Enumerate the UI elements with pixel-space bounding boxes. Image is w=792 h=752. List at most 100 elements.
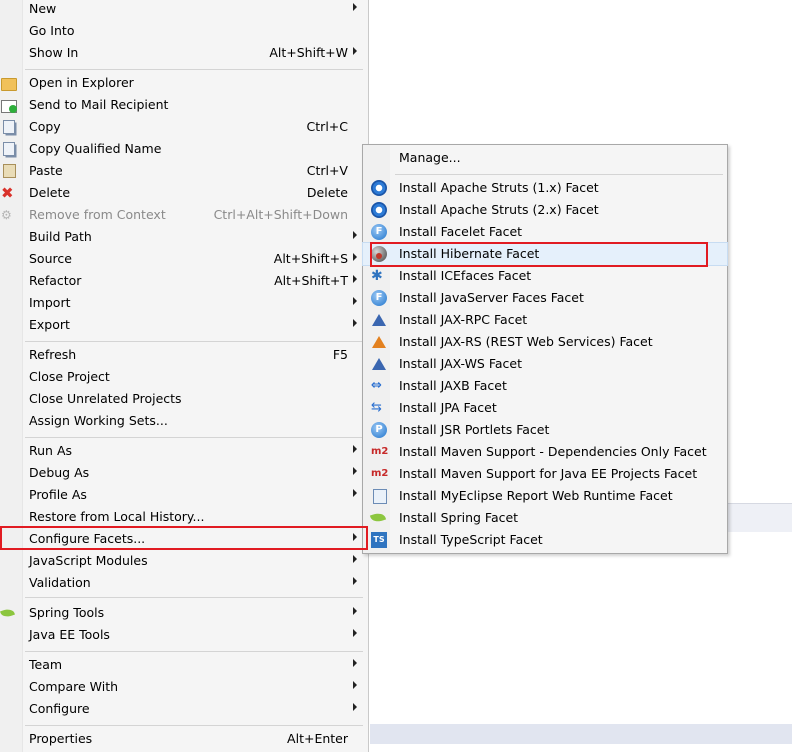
menu-item-source[interactable]: Source Alt+Shift+S [0,248,368,270]
menu-separator [25,597,363,598]
spring-leaf-icon [0,605,17,621]
menu-item-close-project[interactable]: Close Project [0,366,368,388]
menu-item-export[interactable]: Export [0,314,368,336]
submenu-item-label: Install MyEclipse Report Web Runtime Fac… [399,488,673,503]
menu-item-label: Remove from Context [29,207,166,222]
menu-item-delete[interactable]: ✖ Delete Delete [0,182,368,204]
submenu-item-jax-ws[interactable]: Install JAX-WS Facet [363,353,727,375]
menu-item-label: Close Unrelated Projects [29,391,182,406]
menu-item-label: Export [29,317,70,332]
submenu-item-typescript[interactable]: TS Install TypeScript Facet [363,529,727,551]
submenu-item-label: Install JAX-WS Facet [399,356,522,371]
menu-item-spring-tools[interactable]: Spring Tools [0,602,368,624]
submenu-item-label: Install Hibernate Facet [399,246,540,261]
menu-separator [25,69,363,70]
menu-item-import[interactable]: Import [0,292,368,314]
menu-item-label: Restore from Local History... [29,509,205,524]
jsf-icon: F [371,290,387,306]
menu-item-refresh[interactable]: Refresh F5 [0,344,368,366]
menu-item-debug-as[interactable]: Debug As [0,462,368,484]
submenu-item-spring[interactable]: Install Spring Facet [363,507,727,529]
shortcut-label: Alt+Shift+T [274,273,348,288]
submenu-item-hibernate[interactable]: Install Hibernate Facet [362,242,728,266]
menu-item-javascript-modules[interactable]: JavaScript Modules [0,550,368,572]
submenu-item-jax-rpc[interactable]: Install JAX-RPC Facet [363,309,727,331]
menu-item-open-in-explorer[interactable]: Open in Explorer [0,72,368,94]
submenu-item-jpa[interactable]: ⇆ Install JPA Facet [363,397,727,419]
menu-item-copy[interactable]: Copy Ctrl+C [0,116,368,138]
submenu-item-maven-dependencies[interactable]: m2 Install Maven Support - Dependencies O… [363,441,727,463]
copy-icon [1,141,17,157]
menu-separator [25,341,363,342]
submenu-item-struts-2[interactable]: Install Apache Struts (2.x) Facet [363,199,727,221]
shortcut-label: Alt+Shift+S [273,251,348,266]
submenu-item-struts-1[interactable]: Install Apache Struts (1.x) Facet [363,177,727,199]
submenu-item-label: Install JavaServer Faces Facet [399,290,584,305]
submenu-arrow-icon [353,297,357,305]
menu-item-build-path[interactable]: Build Path [0,226,368,248]
submenu-item-label: Install ICEfaces Facet [399,268,532,283]
delete-icon: ✖ [1,184,14,202]
shortcut-label: Ctrl+Alt+Shift+Down [213,207,348,222]
menu-item-assign-working-sets[interactable]: Assign Working Sets... [0,410,368,432]
struts-gear-icon [371,180,387,196]
submenu-arrow-icon [353,555,357,563]
menu-item-label: Send to Mail Recipient [29,97,169,112]
menu-item-configure[interactable]: Configure [0,698,368,720]
menu-item-label: Delete [29,185,71,200]
menu-item-label: Close Project [29,369,110,384]
menu-item-compare-with[interactable]: Compare With [0,676,368,698]
menu-item-copy-qualified-name[interactable]: Copy Qualified Name [0,138,368,160]
facelet-icon: F [371,224,387,240]
submenu-item-manage[interactable]: Manage... [363,147,727,169]
submenu-arrow-icon [353,703,357,711]
menu-item-label: Refresh [29,347,77,362]
report-icon [371,488,387,504]
menu-item-configure-facets[interactable]: Configure Facets... [0,528,368,550]
menu-item-label: Java EE Tools [29,627,110,642]
submenu-item-label: Install JPA Facet [399,400,497,415]
submenu-item-myeclipse-report[interactable]: Install MyEclipse Report Web Runtime Fac… [363,485,727,507]
menu-item-restore-local-history[interactable]: Restore from Local History... [0,506,368,528]
menu-item-label: Refactor [29,273,82,288]
menu-item-refactor[interactable]: Refactor Alt+Shift+T [0,270,368,292]
menu-item-properties[interactable]: Properties Alt+Enter [0,728,368,750]
submenu-item-jsf[interactable]: F Install JavaServer Faces Facet [363,287,727,309]
typescript-icon: TS [371,532,387,548]
menu-item-new[interactable]: New [0,0,368,20]
submenu-item-icefaces[interactable]: ✱ Install ICEfaces Facet [363,265,727,287]
menu-item-java-ee-tools[interactable]: Java EE Tools [0,624,368,646]
menu-item-label: Configure [29,701,90,716]
menu-item-show-in[interactable]: Show In Alt+Shift+W [0,42,368,64]
menu-item-paste[interactable]: Paste Ctrl+V [0,160,368,182]
menu-item-label: Build Path [29,229,92,244]
menu-item-profile-as[interactable]: Profile As [0,484,368,506]
maven-m2-icon: m2 [371,468,389,479]
submenu-item-maven-javaee[interactable]: m2 Install Maven Support for Java EE Proj… [363,463,727,485]
configure-facets-submenu: Manage... Install Apache Struts (1.x) Fa… [362,144,728,554]
submenu-item-jsr-portlets[interactable]: P Install JSR Portlets Facet [363,419,727,441]
menu-item-remove-from-context: ⚙ Remove from Context Ctrl+Alt+Shift+Down [0,204,368,226]
menu-item-label: Go Into [29,23,75,38]
submenu-item-jax-rs[interactable]: Install JAX-RS (REST Web Services) Facet [363,331,727,353]
menu-item-label: Team [29,657,63,672]
menu-item-validation[interactable]: Validation [0,572,368,594]
menu-item-send-to-mail[interactable]: Send to Mail Recipient [0,94,368,116]
menu-item-label: Assign Working Sets... [29,413,168,428]
menu-item-team[interactable]: Team [0,654,368,676]
submenu-item-label: Install JAXB Facet [399,378,507,393]
menu-item-label: Validation [29,575,91,590]
jax-ws-icon [371,356,387,372]
menu-item-go-into[interactable]: Go Into [0,20,368,42]
submenu-item-label: Install Apache Struts (1.x) Facet [399,180,599,195]
submenu-arrow-icon [353,445,357,453]
menu-item-close-unrelated-projects[interactable]: Close Unrelated Projects [0,388,368,410]
menu-item-label: Import [29,295,71,310]
submenu-item-jaxb[interactable]: ⇔ Install JAXB Facet [363,375,727,397]
submenu-separator [395,174,723,175]
submenu-arrow-icon [353,533,357,541]
submenu-item-facelet[interactable]: F Install Facelet Facet [363,221,727,243]
menu-item-run-as[interactable]: Run As [0,440,368,462]
hibernate-icon [371,246,387,262]
submenu-arrow-icon [353,489,357,497]
